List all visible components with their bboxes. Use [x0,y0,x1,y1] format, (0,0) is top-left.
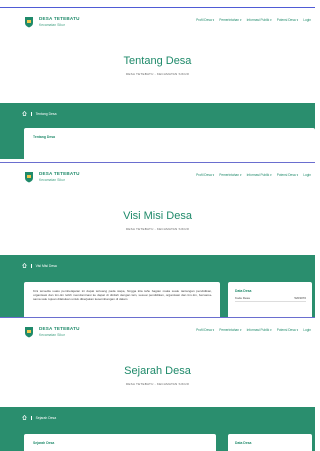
main-menu: Profil Desa ▾ Pemerintahan ▾ Informasi P… [196,18,311,22]
main-menu: Profil Desa ▾ Pemerintahan ▾ Informasi P… [196,328,311,332]
menu-login[interactable]: Login [303,173,311,177]
home-icon[interactable] [22,263,27,268]
menu-potensi-desa[interactable]: Potensi Desa ▾ [277,18,298,22]
page-title: Sejarah Desa [124,365,191,377]
data-row-kode-desa: Kode Desa 5203070 [235,296,306,303]
side-card-title: Data Desa [235,289,252,293]
breadcrumb-separator [31,263,32,268]
village-logo-icon[interactable] [24,326,34,338]
menu-pemerintahan[interactable]: Pemerintahan ▾ [219,328,241,332]
breadcrumb-separator [31,415,32,420]
village-logo-icon[interactable] [24,171,34,183]
content-band: Tentang Desa Tentang Desa [0,103,315,159]
brand-subtitle: Kecamatan Sikur [39,23,65,27]
brand-name[interactable]: DESA TETEBATU [39,326,80,331]
page-section-tentang: DESA TETEBATU Kecamatan Sikur Profil Des… [0,7,315,159]
navbar: DESA TETEBATU Kecamatan Sikur Profil Des… [0,163,315,193]
visi-misi-text: Kini tersedia suatu pembelajaran ini dap… [33,289,212,302]
menu-informasi-publik[interactable]: Informasi Publik ▾ [247,18,272,22]
menu-pemerintahan[interactable]: Pemerintahan ▾ [219,18,241,22]
main-card: Kini tersedia suatu pembelajaran ini dap… [24,282,220,317]
data-label: Kode Desa [235,296,250,300]
home-icon[interactable] [22,415,27,420]
menu-profil-desa[interactable]: Profil Desa ▾ [196,328,214,332]
card-title: Tentang Desa [33,135,55,139]
menu-profil-desa[interactable]: Profil Desa ▾ [196,173,214,177]
menu-potensi-desa[interactable]: Potensi Desa ▾ [277,173,298,177]
navbar: DESA TETEBATU Kecamatan Sikur Profil Des… [0,318,315,348]
brand-name[interactable]: DESA TETEBATU [39,171,80,176]
page-subtitle: DESA TETEBATU - KECAMATAN SIKUR [125,72,190,76]
main-card: Sejarah Desa [24,434,216,451]
side-card: Data Desa [228,434,312,451]
breadcrumb-current: Tentang Desa [35,111,57,116]
content-band: Visi Misi Desa Kini tersedia suatu pembe… [0,255,315,317]
breadcrumb: Sejarah Desa [22,415,56,420]
card-title: Sejarah Desa [33,441,55,445]
data-value: 5203070 [294,296,306,300]
side-card: Data Desa Kode Desa 5203070 [228,282,312,317]
menu-pemerintahan[interactable]: Pemerintahan ▾ [219,173,241,177]
breadcrumb: Visi Misi Desa [22,263,57,268]
menu-profil-desa[interactable]: Profil Desa ▾ [196,18,214,22]
breadcrumb: Tentang Desa [22,111,57,116]
page-section-sejarah: DESA TETEBATU Kecamatan Sikur Profil Des… [0,317,315,451]
menu-informasi-publik[interactable]: Informasi Publik ▾ [247,173,272,177]
page-title: Visi Misi Desa [123,210,192,222]
brand-name[interactable]: DESA TETEBATU [39,16,80,21]
page-hero: Tentang Desa DESA TETEBATU - KECAMATAN S… [0,38,315,103]
home-icon[interactable] [22,111,27,116]
breadcrumb-current: Visi Misi Desa [35,263,57,268]
page-subtitle: DESA TETEBATU - KECAMATAN SIKUR [125,227,190,231]
menu-login[interactable]: Login [303,18,311,22]
page-hero: Visi Misi Desa DESA TETEBATU - KECAMATAN… [0,193,315,258]
village-logo-icon[interactable] [24,16,34,28]
main-card: Tentang Desa [24,128,315,159]
navbar: DESA TETEBATU Kecamatan Sikur Profil Des… [0,8,315,38]
main-menu: Profil Desa ▾ Pemerintahan ▾ Informasi P… [196,173,311,177]
menu-informasi-publik[interactable]: Informasi Publik ▾ [247,328,272,332]
breadcrumb-current: Sejarah Desa [35,415,57,420]
page-hero: Sejarah Desa DESA TETEBATU - KECAMATAN S… [0,348,315,413]
brand-subtitle: Kecamatan Sikur [39,178,65,182]
breadcrumb-separator [31,111,32,116]
page-title: Tentang Desa [123,55,192,67]
content-band: Sejarah Desa Sejarah Desa Data Desa [0,407,315,451]
side-card-title: Data Desa [235,441,252,445]
page-subtitle: DESA TETEBATU - KECAMATAN SIKUR [125,382,190,386]
page-section-visi-misi: DESA TETEBATU Kecamatan Sikur Profil Des… [0,162,315,317]
menu-potensi-desa[interactable]: Potensi Desa ▾ [277,328,298,332]
brand-subtitle: Kecamatan Sikur [39,333,65,337]
menu-login[interactable]: Login [303,328,311,332]
